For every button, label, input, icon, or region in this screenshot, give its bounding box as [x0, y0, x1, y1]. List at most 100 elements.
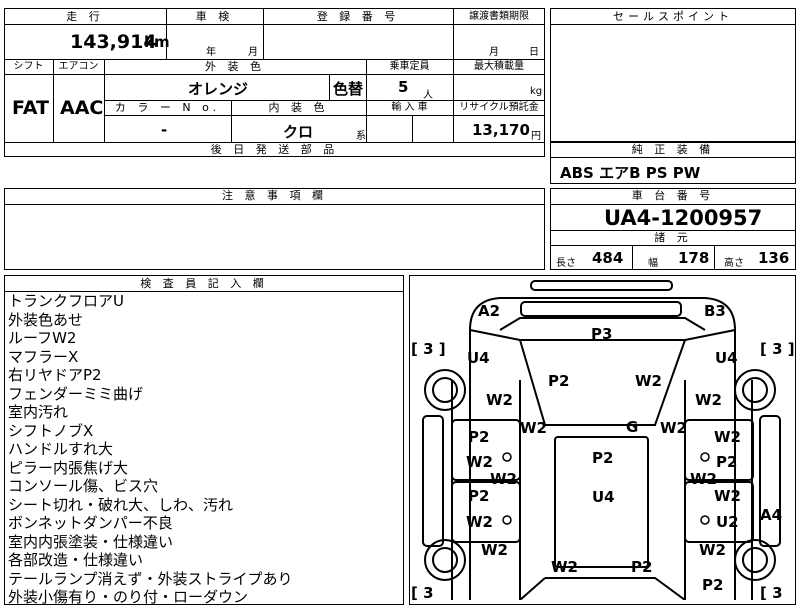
max-load-header: 最大積載量	[474, 61, 524, 72]
tire-rear-left	[424, 539, 466, 581]
mileage-unit: km	[144, 33, 170, 51]
damage-mark: W2	[551, 558, 578, 576]
damage-mark: W2	[714, 487, 741, 505]
damage-mark: W2	[660, 419, 687, 437]
inspector-note: シート切れ・破れ大、しわ、汚れ	[8, 495, 234, 514]
inspector-note: シフトノブX	[8, 421, 94, 440]
car-diagram: [ 3 ] [ 3 ] [ 3 [ 3 A2 B3 P3 U4 U4 P2 W2…	[411, 280, 795, 600]
sales-point-box	[550, 8, 796, 142]
color-no-header: カ ラ ー N o.	[114, 101, 221, 114]
damage-mark: W2	[695, 391, 722, 409]
inspector-note: ハンドルすれ大	[8, 440, 114, 458]
interior-color-header: 内 装 色	[268, 101, 329, 114]
inspector-note: フェンダーミミ曲げ	[8, 384, 144, 403]
length-label: 長さ	[556, 258, 576, 269]
inspector-note: マフラーX	[8, 347, 79, 366]
later-parts-header: 後 日 発 送 部 品	[210, 143, 339, 156]
chassis-number: UA4-1200957	[604, 206, 763, 230]
inspection-month-label: 月	[248, 47, 258, 58]
inspector-note: 室内内張塗装・仕様違い	[8, 532, 174, 551]
exterior-color-header: 外 装 色	[205, 60, 265, 73]
width-value: 178	[678, 249, 710, 267]
sales-point-header: セールスポイント	[613, 10, 733, 23]
inspection-header: 車 検	[195, 10, 234, 23]
damage-mark: B3	[704, 302, 726, 320]
recycle-unit: 円	[531, 131, 541, 142]
damage-mark: W2	[699, 541, 726, 559]
deadline-day-label: 日	[529, 47, 539, 58]
inspector-note: 各部改造・仕様違い	[8, 551, 144, 569]
damage-mark: P2	[702, 576, 723, 594]
mileage-header: 走 行	[66, 10, 104, 23]
inspector-note: 外装色あせ	[8, 310, 84, 329]
color-no-value: -	[161, 121, 168, 139]
recycle-fee-value: 13,170	[472, 121, 530, 139]
damage-mark: U4	[467, 349, 490, 367]
damage-mark: A4	[760, 506, 782, 524]
shift-value: FAT	[12, 97, 49, 119]
repaint-label: 色替	[333, 80, 364, 98]
damage-mark: W2	[635, 372, 662, 390]
damage-mark: P2	[468, 487, 489, 505]
inspector-note: トランクフロアU	[8, 292, 124, 310]
tire-rear-right	[734, 539, 776, 581]
inspector-note: コンソール傷、ビス穴	[8, 477, 159, 495]
damage-mark: W2	[490, 470, 517, 488]
damage-mark: W2	[466, 513, 493, 531]
inspector-note: 外装小傷有り・のり付・ローダウン	[8, 588, 249, 606]
damage-mark: P2	[631, 558, 652, 576]
ac-header: エアコン	[58, 61, 99, 72]
tire-front-right	[734, 369, 776, 411]
deadline-month-label: 月	[489, 47, 499, 58]
exterior-color-value: オレンジ	[188, 80, 249, 98]
tire-label-fl: [ 3 ]	[411, 340, 446, 358]
load-unit: kg	[530, 86, 543, 97]
height-label: 高さ	[724, 258, 744, 269]
length-value: 484	[592, 249, 624, 267]
width-label: 幅	[648, 258, 658, 269]
damage-mark: P3	[591, 325, 612, 343]
chassis-header: 車 台 番 号	[631, 189, 715, 202]
interior-suffix: 系	[356, 131, 366, 142]
inspector-note: 右リヤドアP2	[8, 366, 102, 384]
height-value: 136	[758, 249, 790, 267]
front-bumper	[530, 280, 673, 291]
shift-header: シフト	[13, 61, 44, 72]
damage-mark: P2	[592, 449, 613, 467]
notes-header: 注 意 事 項 欄	[222, 189, 327, 202]
damage-mark: W2	[520, 419, 547, 437]
damage-mark: G	[626, 418, 638, 436]
tire-label-rr: [ 3	[760, 584, 783, 600]
import-header: 輸 入 車	[391, 102, 428, 113]
capacity-header: 乗車定員	[389, 61, 430, 72]
inspector-header: 検 査 員 記 入 欄	[140, 277, 268, 290]
inspection-year-label: 年	[206, 47, 216, 58]
inspector-note: 室内汚れ	[8, 403, 69, 421]
capacity-value: 5	[398, 78, 409, 96]
equipment-header: 純 正 装 備	[631, 143, 715, 156]
registration-header: 登 録 番 号	[316, 10, 400, 23]
inspector-note: ピラー内張焦げ大	[8, 458, 129, 477]
hood-outline	[520, 301, 682, 317]
inspector-note: ルーフW2	[8, 329, 77, 347]
damage-mark: P2	[716, 453, 737, 471]
damage-mark: U4	[592, 488, 615, 506]
recycle-header: リサイクル預託金	[459, 102, 539, 113]
specs-header: 諸 元	[654, 231, 692, 244]
damage-mark: U2	[716, 513, 739, 531]
interior-color-value: クロ	[283, 123, 314, 141]
ac-value: AAC	[60, 97, 104, 119]
damage-mark: W2	[486, 391, 513, 409]
tire-front-left	[424, 369, 466, 411]
right-sill	[759, 415, 781, 547]
damage-mark: U4	[715, 349, 738, 367]
tire-label-rl: [ 3	[411, 584, 434, 600]
damage-mark: W2	[690, 470, 717, 488]
inspector-note: ボンネットダンパー不良	[8, 514, 173, 532]
transfer-deadline-header: 譲渡書類期限	[469, 11, 529, 22]
inspector-notes-list: トランクフロアU 外装色あせ ルーフW2 マフラーX 右リヤドアP2 フェンダー…	[8, 292, 293, 607]
damage-mark: P2	[468, 428, 489, 446]
damage-mark: W2	[481, 541, 508, 559]
inspector-note: テールランプ消えず・外装ストライプあり	[8, 569, 293, 588]
tire-label-fr: [ 3 ]	[760, 340, 795, 358]
